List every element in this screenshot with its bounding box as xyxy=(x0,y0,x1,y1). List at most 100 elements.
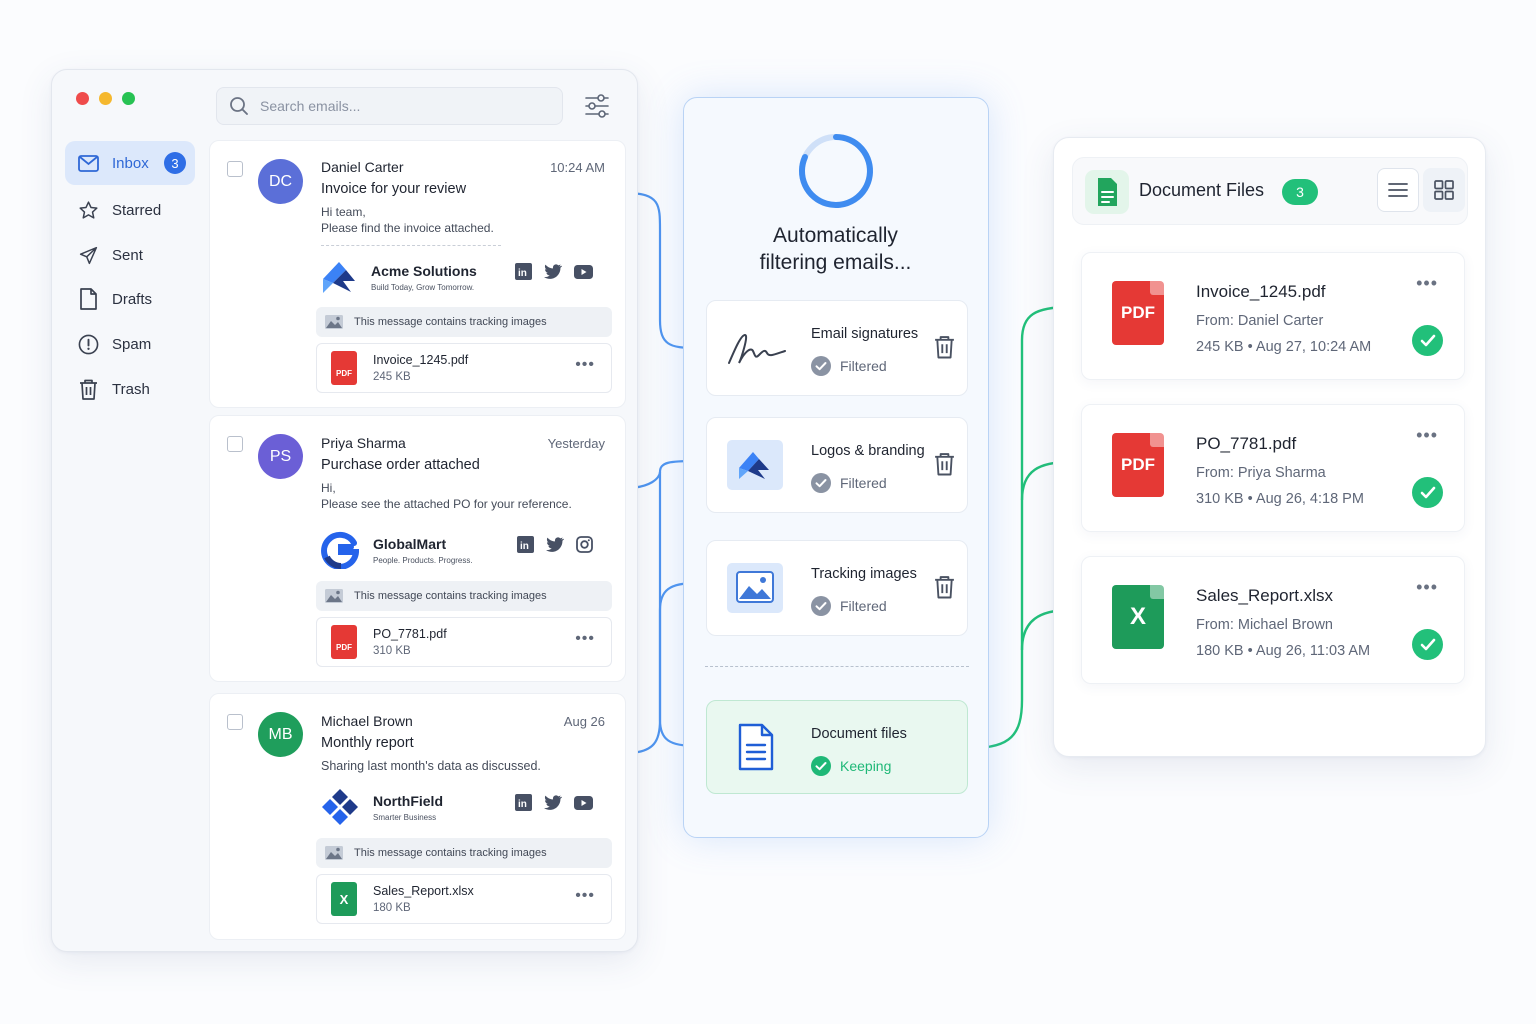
email-card[interactable]: DC Daniel Carter 10:24 AM Invoice for yo… xyxy=(209,140,626,408)
rule-name: Logos & branding xyxy=(811,443,925,459)
attachment-name: Invoice_1245.pdf xyxy=(373,353,469,367)
sidebar-item-inbox[interactable]: Inbox 3 xyxy=(65,141,195,185)
brand-name: Acme Solutions xyxy=(371,262,477,279)
sidebar-item-drafts[interactable]: Drafts xyxy=(65,277,195,321)
more-options-icon[interactable]: ••• xyxy=(575,356,595,374)
excel-file-icon: X xyxy=(1112,585,1164,649)
email-card[interactable]: PS Priya Sharma Yesterday Purchase order… xyxy=(209,415,626,682)
mail-window: Inbox 3 Starred Sent Drafts Spam Trash D… xyxy=(51,69,638,952)
more-options-icon[interactable]: ••• xyxy=(1416,577,1438,598)
attachment[interactable]: PDF Invoice_1245.pdf 245 KB ••• xyxy=(316,343,612,393)
signature-icon xyxy=(725,329,789,369)
more-options-icon[interactable]: ••• xyxy=(1416,273,1438,294)
send-icon xyxy=(77,244,99,266)
trash-icon[interactable] xyxy=(934,452,955,476)
star-icon xyxy=(77,199,99,221)
document-icon xyxy=(77,288,99,310)
email-subject: Invoice for your review xyxy=(321,181,467,197)
attachment[interactable]: X Sales_Report.xlsx 180 KB ••• xyxy=(316,874,612,924)
sidebar-item-starred[interactable]: Starred xyxy=(65,188,195,232)
image-icon xyxy=(324,588,344,604)
filter-title-line: filtering emails... xyxy=(759,251,912,274)
more-options-icon[interactable]: ••• xyxy=(575,630,595,648)
document-card[interactable]: X Sales_Report.xlsx From: Michael Brown … xyxy=(1081,556,1465,684)
email-preview: Hi team, Please find the invoice attache… xyxy=(321,204,494,236)
document-size: 245 KB xyxy=(1196,339,1244,355)
globalmart-logo-icon xyxy=(321,531,359,569)
logo-icon xyxy=(727,440,783,490)
tracking-notice-text: This message contains tracking images xyxy=(354,847,547,859)
avatar: DC xyxy=(258,159,303,204)
panel-title: Document Files xyxy=(1139,180,1265,200)
check-icon xyxy=(811,596,831,616)
document-files-panel: Document Files 3 PDF Invoice_1245.pdf Fr… xyxy=(1053,137,1486,757)
social-links: in xyxy=(517,536,593,553)
document-date: Aug 26, 4:18 PM xyxy=(1255,491,1364,507)
grid-view-button[interactable] xyxy=(1423,168,1465,212)
sidebar-item-label: Sent xyxy=(112,246,143,264)
linkedin-icon[interactable]: in xyxy=(517,536,534,553)
linkedin-icon[interactable]: in xyxy=(515,263,532,280)
linkedin-icon[interactable]: in xyxy=(515,794,532,811)
social-links: in xyxy=(515,794,593,811)
rule-status: Filtered xyxy=(811,356,887,376)
sidebar-item-sent[interactable]: Sent xyxy=(65,233,195,277)
document-count-badge: 3 xyxy=(1282,179,1318,205)
maximize-dot[interactable] xyxy=(122,92,135,105)
preview-line: Sharing last month's data as discussed. xyxy=(321,759,541,773)
twitter-icon[interactable] xyxy=(544,264,562,279)
avatar: PS xyxy=(258,434,303,479)
check-icon xyxy=(811,756,831,776)
select-checkbox[interactable] xyxy=(227,436,243,452)
youtube-icon[interactable] xyxy=(574,795,593,810)
sidebar-item-spam[interactable]: Spam xyxy=(65,322,195,366)
more-options-icon[interactable]: ••• xyxy=(575,887,595,905)
sidebar-item-trash[interactable]: Trash xyxy=(65,367,195,411)
email-signature: NorthField Smarter Business xyxy=(321,788,443,826)
sidebar-item-label: Spam xyxy=(112,335,152,353)
close-dot[interactable] xyxy=(76,92,89,105)
document-size: 180 KB xyxy=(1196,643,1244,659)
attachment[interactable]: PDF PO_7781.pdf 310 KB ••• xyxy=(316,617,612,667)
filter-rule-tracking: Tracking images Filtered xyxy=(706,540,968,636)
sidebar-item-label: Starred xyxy=(112,201,162,219)
check-icon xyxy=(811,356,831,376)
twitter-icon[interactable] xyxy=(544,795,562,810)
email-subject: Monthly report xyxy=(321,735,414,751)
list-icon xyxy=(1388,183,1408,197)
brand-name: NorthField xyxy=(373,792,443,809)
image-icon xyxy=(324,314,344,330)
filter-title: Automatically filtering emails... xyxy=(684,222,987,276)
svg-text:in: in xyxy=(520,541,529,552)
document-files-header: Document Files 3 xyxy=(1072,157,1468,225)
trash-icon[interactable] xyxy=(934,335,955,359)
avatar: MB xyxy=(258,712,303,757)
list-view-button[interactable] xyxy=(1377,168,1419,212)
trash-icon[interactable] xyxy=(934,575,955,599)
brand-tagline: People. Products. Progress. xyxy=(373,555,473,565)
instagram-icon[interactable] xyxy=(576,536,593,553)
search-bar[interactable] xyxy=(216,87,563,125)
youtube-icon[interactable] xyxy=(574,264,593,279)
email-card[interactable]: MB Michael Brown Aug 26 Monthly report S… xyxy=(209,693,626,940)
twitter-icon[interactable] xyxy=(546,537,564,552)
document-card[interactable]: PDF PO_7781.pdf From: Priya Sharma 310 K… xyxy=(1081,404,1465,532)
loading-spinner-icon xyxy=(796,131,876,211)
document-sender: From: Michael Brown xyxy=(1196,617,1333,633)
sender-name: Daniel Carter xyxy=(321,159,404,175)
svg-text:in: in xyxy=(518,799,527,810)
document-name: Sales_Report.xlsx xyxy=(1196,586,1334,605)
more-options-icon[interactable]: ••• xyxy=(1416,425,1438,446)
filter-settings-icon[interactable] xyxy=(582,93,612,119)
file-type-label: PDF xyxy=(1121,303,1155,322)
minimize-dot[interactable] xyxy=(99,92,112,105)
rule-status-text: Filtered xyxy=(840,598,887,614)
email-preview: Sharing last month's data as discussed. xyxy=(321,758,541,774)
sender-name: Priya Sharma xyxy=(321,435,406,451)
sheet-icon xyxy=(1085,170,1129,214)
select-checkbox[interactable] xyxy=(227,161,243,177)
document-card[interactable]: PDF Invoice_1245.pdf From: Daniel Carter… xyxy=(1081,252,1465,380)
search-input[interactable] xyxy=(260,98,540,114)
select-checkbox[interactable] xyxy=(227,714,243,730)
document-name: PO_7781.pdf xyxy=(1196,434,1297,453)
